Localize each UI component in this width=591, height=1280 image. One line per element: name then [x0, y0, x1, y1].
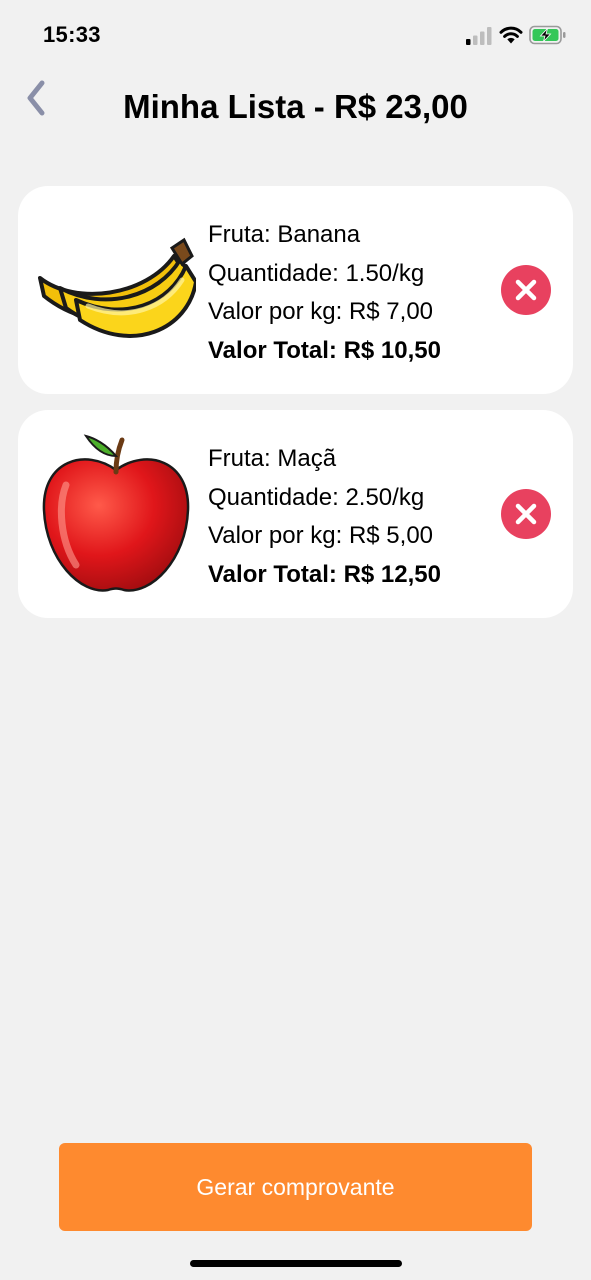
screen: 15:33 Minha Lista - R$ 23,00 Fruta: Bana…	[0, 0, 591, 1280]
close-icon	[515, 503, 537, 525]
battery-charging-icon	[529, 25, 566, 45]
wifi-icon	[499, 26, 523, 44]
fruit-name: Fruta: Banana	[208, 221, 361, 248]
fruit-quantity: Quantidade: 1.50/kg	[208, 259, 425, 287]
home-indicator	[190, 1260, 402, 1267]
item-details: Fruta: Maçã Quantidade: 2.50/kg Valor po…	[208, 440, 441, 594]
fruit-price-per-kg: Valor por kg: R$ 5,00	[208, 522, 434, 549]
list-item: Fruta: Banana Quantidade: 1.50/kg Valor …	[18, 186, 573, 394]
apple-icon	[42, 434, 190, 592]
fruit-quantity: Quantidade: 2.50/kg	[208, 483, 425, 511]
fruit-price-per-kg: Valor por kg: R$ 7,00	[208, 298, 434, 325]
banana-icon	[38, 237, 196, 338]
page-title: Minha Lista - R$ 23,00	[123, 88, 468, 125]
cellular-signal-icon	[466, 27, 492, 45]
status-bar: 15:33	[0, 0, 591, 70]
status-time: 15:33	[43, 22, 101, 47]
fruit-total: Valor Total: R$ 10,50	[208, 336, 441, 364]
fruit-name: Fruta: Maçã	[208, 445, 337, 472]
fruit-total: Valor Total: R$ 12,50	[208, 560, 441, 588]
generate-receipt-button[interactable]: Gerar comprovante	[59, 1143, 532, 1231]
list-item: Fruta: Maçã Quantidade: 2.50/kg Valor po…	[18, 410, 573, 618]
item-details: Fruta: Banana Quantidade: 1.50/kg Valor …	[208, 216, 441, 370]
close-icon	[515, 279, 537, 301]
remove-item-button[interactable]	[501, 265, 551, 315]
remove-item-button[interactable]	[501, 489, 551, 539]
